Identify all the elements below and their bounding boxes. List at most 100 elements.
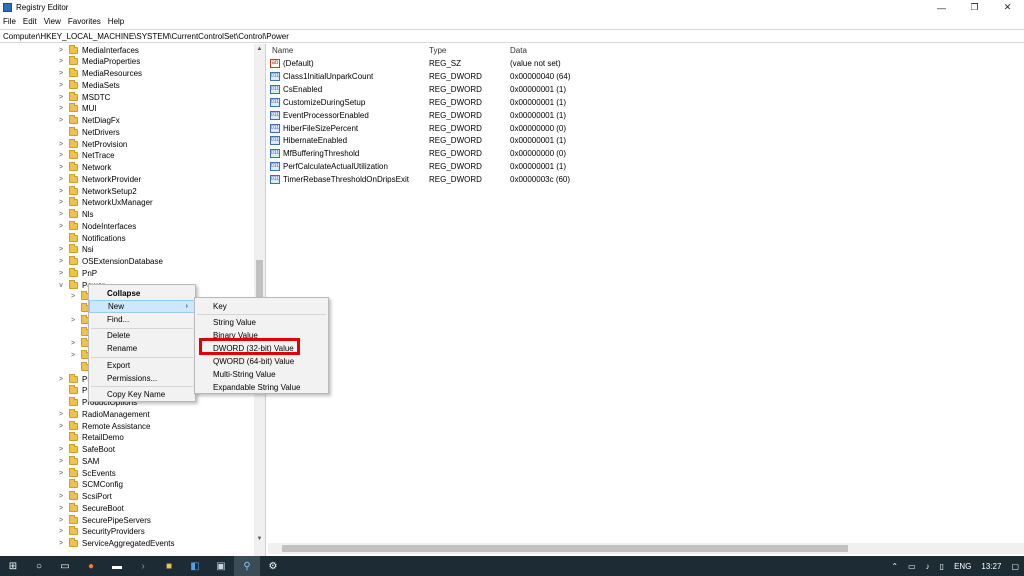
scroll-down-icon[interactable]: ▼: [254, 534, 265, 545]
expand-chevron-icon[interactable]: >: [57, 176, 65, 183]
menu-favorites[interactable]: Favorites: [68, 17, 101, 26]
expand-chevron-icon[interactable]: >: [57, 528, 65, 535]
expand-chevron-icon[interactable]: >: [57, 458, 65, 465]
registry-value-row[interactable]: 011 TimerRebaseThresholdOnDripsExit REG_DW…: [268, 173, 1008, 186]
tray-chevron-icon[interactable]: ⌃: [891, 562, 898, 571]
menu-edit[interactable]: Edit: [23, 17, 37, 26]
expand-chevron-icon[interactable]: >: [57, 540, 65, 547]
expand-chevron-icon[interactable]: >: [57, 411, 65, 418]
search-icon[interactable]: ○: [26, 556, 52, 576]
tree-item[interactable]: > NodeInterfaces: [57, 220, 136, 232]
address-bar[interactable]: Computer\HKEY_LOCAL_MACHINE\SYSTEM\Curre…: [0, 29, 1024, 43]
file-explorer-icon[interactable]: ■: [156, 556, 182, 576]
tree-item[interactable]: > MediaSets: [57, 79, 120, 91]
registry-value-row[interactable]: 011 MfBufferingThreshold REG_DWORD 0x000000…: [268, 147, 1008, 160]
tree-item[interactable]: NetDrivers: [57, 126, 120, 138]
submenu-item-qword-value[interactable]: QWORD (64-bit) Value: [195, 355, 328, 368]
expand-chevron-icon[interactable]: >: [57, 505, 65, 512]
registry-value-row[interactable]: 011 PerfCalculateActualUtilization REG_DWO…: [268, 160, 1008, 173]
expand-chevron-icon[interactable]: >: [57, 58, 65, 65]
values-scroll-thumb[interactable]: [282, 545, 848, 552]
expand-chevron-icon[interactable]: >: [57, 70, 65, 77]
tree-item[interactable]: > SafeBoot: [57, 444, 115, 456]
tree-item[interactable]: RetailDemo: [57, 432, 124, 444]
menu-item-copy-key-name[interactable]: Copy Key Name: [89, 388, 195, 401]
expand-chevron-icon[interactable]: >: [57, 246, 65, 253]
tree-item[interactable]: > MSDTC: [57, 91, 110, 103]
tree-item[interactable]: > SecurityProviders: [57, 526, 145, 538]
expand-chevron-icon[interactable]: >: [57, 152, 65, 159]
registry-value-row[interactable]: ab (Default) REG_SZ (value not set): [268, 57, 1008, 70]
tree-item[interactable]: > NetProvision: [57, 138, 127, 150]
expand-chevron-icon[interactable]: >: [57, 141, 65, 148]
expand-chevron-icon[interactable]: >: [57, 270, 65, 277]
app-icon[interactable]: ▣: [208, 556, 234, 576]
registry-value-row[interactable]: 011 HiberFileSizePercent REG_DWORD 0x000000…: [268, 122, 1008, 135]
menu-item-permissions[interactable]: Permissions...: [89, 372, 195, 385]
menu-item-delete[interactable]: Delete: [89, 329, 195, 342]
settings-icon[interactable]: ⚙: [260, 556, 286, 576]
registry-value-row[interactable]: 011 HibernateEnabled REG_DWORD 0x00000001 (…: [268, 134, 1008, 147]
expand-chevron-icon[interactable]: >: [57, 199, 65, 206]
registry-editor-taskbar-icon[interactable]: ⚲: [234, 556, 260, 576]
tree-item[interactable]: > NetDiagFx: [57, 115, 120, 127]
outlook-icon[interactable]: ◧: [182, 556, 208, 576]
menu-item-rename[interactable]: Rename: [89, 342, 195, 355]
expand-chevron-icon[interactable]: >: [57, 82, 65, 89]
expand-chevron-icon[interactable]: >: [57, 258, 65, 265]
tree-item[interactable]: > Remote Assistance: [57, 420, 150, 432]
expand-chevron-icon[interactable]: >: [69, 317, 77, 324]
expand-chevron-icon[interactable]: >: [57, 423, 65, 430]
tree-item[interactable]: > MediaProperties: [57, 56, 140, 68]
tree-item[interactable]: > PnP: [57, 267, 97, 279]
expand-chevron-icon[interactable]: >: [69, 352, 77, 359]
tree-item[interactable]: > MediaInterfaces: [57, 44, 139, 56]
menu-item-collapse[interactable]: Collapse: [89, 287, 195, 300]
tree-item[interactable]: > Network: [57, 162, 111, 174]
network-icon[interactable]: ▭: [908, 562, 916, 571]
submenu-item-expandable-string-value[interactable]: Expandable String Value: [195, 381, 328, 394]
tree-item[interactable]: > ScEvents: [57, 467, 116, 479]
menu-file[interactable]: File: [3, 17, 16, 26]
terminal-icon[interactable]: ▬: [104, 556, 130, 576]
task-view-icon[interactable]: ▭: [52, 556, 78, 576]
tree-item[interactable]: > NetTrace: [57, 150, 115, 162]
menu-item-find[interactable]: Find...: [89, 313, 195, 326]
menu-view[interactable]: View: [44, 17, 61, 26]
expand-chevron-icon[interactable]: v: [57, 282, 65, 289]
maximize-button[interactable]: ❐: [958, 0, 991, 15]
tree-item[interactable]: > MUI: [57, 103, 97, 115]
submenu-item-key[interactable]: Key: [195, 300, 328, 313]
expand-chevron-icon[interactable]: >: [57, 446, 65, 453]
expand-chevron-icon[interactable]: >: [57, 517, 65, 524]
column-header-data[interactable]: Data: [510, 44, 527, 57]
menu-item-export[interactable]: Export: [89, 359, 195, 372]
tree-item[interactable]: > Nls: [57, 209, 94, 221]
expand-chevron-icon[interactable]: >: [57, 164, 65, 171]
expand-chevron-icon[interactable]: >: [57, 223, 65, 230]
submenu-item-multi-string-value[interactable]: Multi-String Value: [195, 368, 328, 381]
menu-help[interactable]: Help: [108, 17, 124, 26]
expand-chevron-icon[interactable]: >: [57, 47, 65, 54]
tree-item[interactable]: > NetworkProvider: [57, 173, 141, 185]
firefox-icon[interactable]: ●: [78, 556, 104, 576]
values-horizontal-scrollbar[interactable]: [268, 543, 1024, 554]
menu-item-new[interactable]: New ›: [89, 300, 195, 313]
tree-item[interactable]: > ScsiPort: [57, 491, 112, 503]
close-button[interactable]: ✕: [991, 0, 1024, 15]
tree-item[interactable]: > SAM: [57, 455, 99, 467]
column-header-name[interactable]: Name: [272, 44, 293, 57]
tree-item[interactable]: > NetworkUxManager: [57, 197, 153, 209]
registry-value-row[interactable]: 011 Class1InitialUnparkCount REG_DWORD 0x00…: [268, 70, 1008, 83]
scroll-up-icon[interactable]: ▲: [254, 44, 265, 55]
tree-item[interactable]: > MediaResources: [57, 68, 142, 80]
expand-chevron-icon[interactable]: >: [57, 188, 65, 195]
registry-value-row[interactable]: 011 CsEnabled REG_DWORD 0x00000001 (1): [268, 83, 1008, 96]
tree-item[interactable]: > ServiceAggregatedEvents: [57, 538, 175, 550]
expand-chevron-icon[interactable]: >: [57, 211, 65, 218]
clock[interactable]: 13:27: [981, 562, 1001, 571]
battery-icon[interactable]: ▯: [940, 562, 944, 571]
language-indicator[interactable]: ENG: [954, 562, 971, 571]
tree-item[interactable]: > Nsi: [57, 244, 94, 256]
tree-item[interactable]: > Pri: [57, 373, 92, 385]
